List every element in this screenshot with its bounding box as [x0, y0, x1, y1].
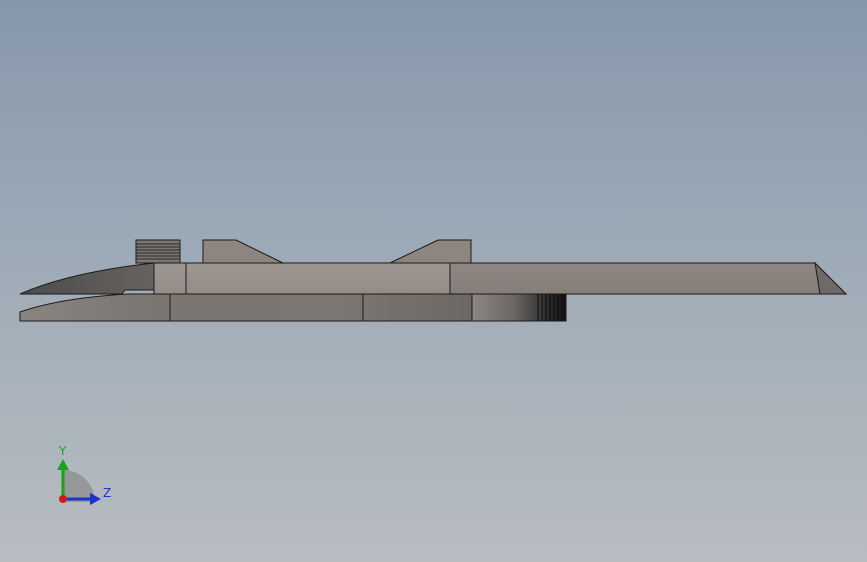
right-fin [389, 239, 472, 264]
thumbwheel[interactable] [135, 239, 181, 264]
body-block[interactable] [153, 262, 451, 295]
wrench-model[interactable] [19, 239, 848, 322]
y-axis-label: Y [58, 444, 67, 458]
left-fin [202, 239, 284, 264]
upper-jaw[interactable] [19, 262, 155, 295]
z-axis-label: Z [103, 486, 111, 500]
adjusting-knob[interactable] [471, 293, 567, 322]
x-axis-icon [59, 495, 67, 503]
handle-beam[interactable] [449, 262, 848, 295]
handle-tip [814, 261, 848, 295]
lower-rail[interactable] [19, 293, 473, 322]
graphics-viewport[interactable]: Y Z [0, 0, 867, 562]
orientation-triad: Y Z [57, 444, 111, 505]
